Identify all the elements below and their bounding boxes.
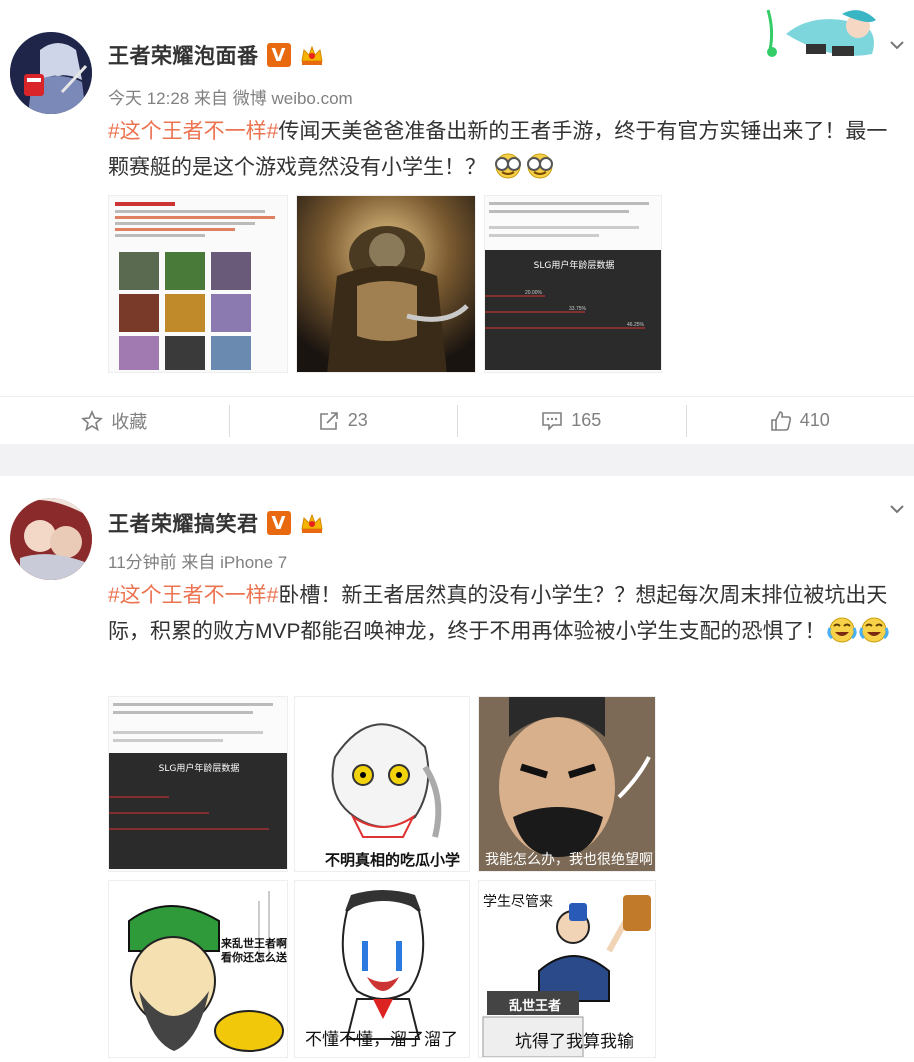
vip-crown-icon: [299, 511, 325, 535]
user-name[interactable]: 王者荣耀泡面番: [108, 40, 259, 70]
post-time[interactable]: 今天 12:28: [108, 89, 189, 108]
svg-text:33.75%: 33.75%: [569, 306, 587, 312]
svg-text:SLG用户年龄层数据: SLG用户年龄层数据: [534, 259, 615, 271]
source-prefix: 来自: [181, 553, 216, 572]
svg-text:SLG用户年龄层数据: SLG用户年龄层数据: [159, 762, 240, 774]
hashtag-link[interactable]: #这个王者不一样#: [108, 584, 278, 607]
comment-count: 165: [571, 410, 602, 430]
feed-divider: [0, 444, 914, 476]
smile-glasses-emoji-icon: [524, 152, 556, 180]
screenshot-weibo-grid-image: [109, 196, 287, 372]
favorite-button[interactable]: 收藏: [0, 397, 229, 444]
avatar-image: [10, 498, 92, 580]
post-text: #这个王者不一样#传闻天美爸爸准备出新的王者手游，终于有官方实锤出来了！最一颗赛…: [108, 114, 904, 186]
comment-icon: [542, 411, 563, 431]
image-thumbnail[interactable]: [108, 195, 288, 373]
image-thumbnail[interactable]: SLG用户年龄层数据 20.00% 33.75% 46.25%: [484, 195, 662, 373]
favorite-label: 收藏: [111, 411, 148, 432]
user-name[interactable]: 王者荣耀搞笑君: [108, 508, 259, 538]
meme-general-image: [109, 881, 287, 1057]
image-thumbnail[interactable]: SLG用户年龄层数据: [108, 696, 288, 872]
laugh-cry-emoji-icon: [858, 616, 890, 644]
repost-button[interactable]: 23: [228, 397, 458, 444]
chevron-down-icon[interactable]: [888, 500, 906, 518]
repost-count: 23: [347, 410, 368, 430]
meme-caption: 不懂不懂，溜了溜了: [305, 1030, 458, 1050]
source-prefix: 来自: [194, 89, 228, 108]
post-text: #这个王者不一样#卧槽！新王者居然真的没有小学生？？想起每次周末排位被坑出天际，…: [108, 578, 904, 650]
vip-crown-icon: [299, 43, 325, 67]
repost-icon: [319, 411, 338, 430]
like-button[interactable]: 410: [685, 397, 914, 444]
post-source[interactable]: 微博 weibo.com: [233, 89, 353, 108]
user-header: 王者荣耀泡面番 V: [108, 40, 325, 70]
avatar-image: [10, 32, 92, 114]
post-meta: 11分钟前 来自 iPhone 7: [108, 548, 287, 573]
meme-caption: 我能怎么办，我也很绝望啊: [485, 852, 653, 868]
image-thumbnail[interactable]: 我能怎么办，我也很绝望啊: [478, 696, 656, 872]
meme-caption-top: 学生尽管来: [483, 894, 553, 910]
verified-icon: V: [266, 43, 291, 67]
meme-face-image: [479, 697, 655, 871]
svg-text:20.00%: 20.00%: [525, 290, 543, 296]
chevron-down-icon[interactable]: [888, 36, 906, 54]
hashtag-link[interactable]: #这个王者不一样#: [108, 120, 278, 143]
thumbs-up-icon: [770, 410, 791, 431]
action-bar: 收藏 23 165 410: [0, 396, 914, 444]
image-thumbnail[interactable]: [296, 195, 476, 373]
smile-glasses-emoji-icon: [492, 152, 524, 180]
post-time[interactable]: 11分钟前: [108, 553, 177, 572]
verified-icon: V: [266, 511, 291, 535]
slg-chart-image: SLG用户年龄层数据 20.00% 33.75% 46.25%: [485, 196, 661, 372]
like-count: 410: [799, 410, 830, 430]
laugh-cry-emoji-icon: [826, 616, 858, 644]
image-thumbnail[interactable]: 不懂不懂，溜了溜了: [294, 880, 470, 1058]
avatar[interactable]: [10, 498, 92, 580]
image-thumbnail[interactable]: 来乱世王者啊 看你还怎么送: [108, 880, 288, 1058]
image-thumbnail[interactable]: 不明真相的吃瓜小学生: [294, 696, 470, 872]
image-thumbnail[interactable]: 学生尽管来 乱世王者 坑得了我算我输: [478, 880, 656, 1058]
meme-caption: 坑得了我算我输: [515, 1032, 634, 1052]
podium-sign: 乱世王者: [509, 999, 562, 1014]
meme-caption: 不明真相的吃瓜小学生: [325, 851, 461, 869]
comment-button[interactable]: 165: [457, 397, 686, 444]
star-icon: [81, 409, 104, 431]
user-header: 王者荣耀搞笑君 V: [108, 508, 325, 538]
weibo-post: 王者荣耀搞笑君 V 11分钟前 来自 iPhone 7 #这个王者不一样#卧槽！…: [0, 476, 914, 1062]
decorative-character-sticker: [750, 4, 890, 66]
post-source[interactable]: iPhone 7: [220, 553, 287, 572]
svg-text:46.25%: 46.25%: [627, 322, 645, 328]
slg-chart-image: SLG用户年龄层数据: [109, 697, 287, 871]
avatar[interactable]: [10, 32, 92, 114]
post-meta: 今天 12:28 来自 微博 weibo.com: [108, 84, 353, 109]
weibo-post: 王者荣耀泡面番 V 今天 12:28 来自 微博 weibo.com #这个王者…: [0, 0, 914, 444]
golden-armor-warrior-image: [297, 196, 475, 372]
meme-caption: 来乱世王者啊 看你还怎么送: [221, 937, 287, 964]
meme-cartoon-image: [295, 697, 469, 871]
